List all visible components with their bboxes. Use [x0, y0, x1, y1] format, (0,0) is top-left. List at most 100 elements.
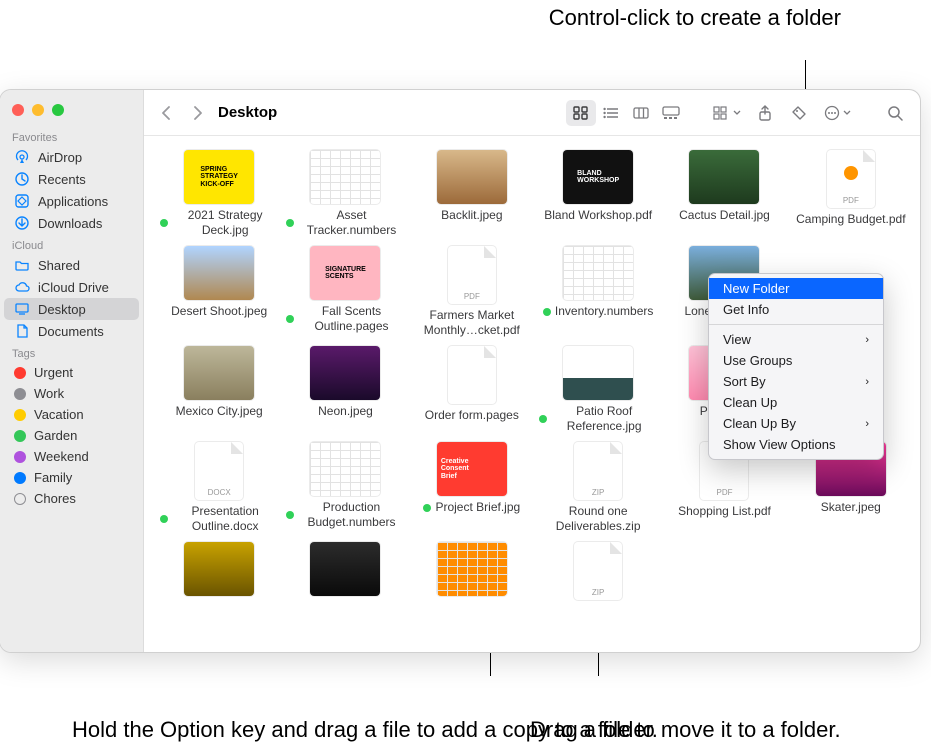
forward-button[interactable]	[184, 100, 210, 126]
toolbar: Desktop	[144, 90, 920, 136]
doc-icon	[14, 323, 30, 339]
sidebar-item-label: Applications	[38, 194, 108, 209]
sidebar-item-label: Garden	[34, 428, 77, 443]
sidebar-item-chores[interactable]: Chores	[4, 488, 139, 509]
sidebar-item-garden[interactable]: Garden	[4, 425, 139, 446]
sidebar-item-label: AirDrop	[38, 150, 82, 165]
menu-item-label: Clean Up By	[723, 416, 796, 431]
file-item[interactable]: ZIP	[537, 540, 659, 606]
menu-item-label: Clean Up	[723, 395, 777, 410]
file-item[interactable]: Patio Roof Reference.jpg	[537, 344, 659, 436]
group-by-button[interactable]	[708, 100, 746, 126]
sidebar-item-airdrop[interactable]: AirDrop	[4, 146, 139, 168]
close-window-button[interactable]	[12, 104, 24, 116]
menu-item-use-groups[interactable]: Use Groups	[709, 350, 883, 371]
file-item[interactable]: SPRING STRATEGY KICK-OFF2021 Strategy De…	[158, 148, 280, 240]
menu-item-label: New Folder	[723, 281, 789, 296]
sidebar-item-weekend[interactable]: Weekend	[4, 446, 139, 467]
file-name: Mexico City.jpeg	[176, 404, 263, 419]
file-name: 2021 Strategy Deck.jpg	[172, 208, 278, 238]
sidebar-item-desktop[interactable]: Desktop	[4, 298, 139, 320]
file-thumbnail: SIGNATURE SCENTS	[310, 246, 380, 300]
menu-item-label: Sort By	[723, 374, 766, 389]
file-thumbnail	[448, 346, 496, 404]
file-name: Fall Scents Outline.pages	[298, 304, 404, 334]
sidebar-item-icloud-drive[interactable]: iCloud Drive	[4, 276, 139, 298]
file-item[interactable]: Creative Consent Brief Project Brief.jpg	[411, 440, 533, 536]
file-item[interactable]: ZIPRound one Deliverables.zip	[537, 440, 659, 536]
file-item[interactable]: Production Budget.numbers	[284, 440, 406, 536]
sidebar-item-recents[interactable]: Recents	[4, 168, 139, 190]
file-item[interactable]: Inventory.numbers	[537, 244, 659, 340]
sidebar-item-urgent[interactable]: Urgent	[4, 362, 139, 383]
file-thumbnail: ZIP	[574, 542, 622, 600]
file-item[interactable]	[284, 540, 406, 606]
sidebar-item-shared[interactable]: Shared	[4, 254, 139, 276]
menu-item-sort-by[interactable]: Sort By ›	[709, 371, 883, 392]
share-button[interactable]	[750, 100, 780, 126]
callout-top: Control-click to create a folder	[549, 4, 841, 32]
tags-button[interactable]	[784, 100, 814, 126]
view-list-button[interactable]	[596, 100, 626, 126]
file-thumbnail: Creative Consent Brief	[437, 442, 507, 496]
airdrop-icon	[14, 149, 30, 165]
file-thumbnail	[310, 346, 380, 400]
search-button[interactable]	[880, 100, 910, 126]
menu-item-new-folder[interactable]: New Folder	[709, 278, 883, 299]
view-icon-button[interactable]	[566, 100, 596, 126]
file-item[interactable]	[158, 540, 280, 606]
sidebar-item-family[interactable]: Family	[4, 467, 139, 488]
file-item[interactable]: Cactus Detail.jpg	[663, 148, 785, 240]
finder-window: FavoritesAirDropRecentsApplicationsDownl…	[0, 90, 920, 652]
file-item[interactable]	[411, 540, 533, 606]
file-thumbnail	[563, 346, 633, 400]
file-name: Production Budget.numbers	[298, 500, 404, 530]
file-name: Round one Deliverables.zip	[542, 504, 654, 534]
sidebar-item-label: Documents	[38, 324, 104, 339]
zoom-window-button[interactable]	[52, 104, 64, 116]
tag-dot-icon	[14, 367, 26, 379]
tag-indicator-icon	[286, 219, 294, 227]
file-item[interactable]: Order form.pages	[411, 344, 533, 436]
menu-item-view[interactable]: View›	[709, 329, 883, 350]
sidebar-item-work[interactable]: Work	[4, 383, 139, 404]
file-item[interactable]: BLAND WORKSHOPBland Workshop.pdf	[537, 148, 659, 240]
chevron-right-icon: ›	[865, 376, 869, 388]
minimize-window-button[interactable]	[32, 104, 44, 116]
tag-dot-icon	[14, 451, 26, 463]
file-name: Shopping List.pdf	[678, 504, 771, 519]
file-item[interactable]: Mexico City.jpeg	[158, 344, 280, 436]
menu-item-clean-up[interactable]: Clean Up	[709, 392, 883, 413]
file-item[interactable]: PDFCamping Budget.pdf	[790, 148, 912, 240]
file-name: Project Brief.jpg	[435, 500, 520, 515]
view-gallery-button[interactable]	[656, 100, 686, 126]
sidebar-item-label: Weekend	[34, 449, 89, 464]
menu-item-clean-up-by[interactable]: Clean Up By›	[709, 413, 883, 434]
file-name: Bland Workshop.pdf	[544, 208, 652, 223]
menu-item-get-info[interactable]: Get Info	[709, 299, 883, 320]
sidebar-item-documents[interactable]: Documents	[4, 320, 139, 342]
file-item[interactable]: Backlit.jpeg	[411, 148, 533, 240]
file-name: Inventory.numbers	[555, 304, 654, 319]
sidebar-item-label: Family	[34, 470, 72, 485]
file-item[interactable]: Asset Tracker.numbers	[284, 148, 406, 240]
file-item[interactable]: SIGNATURE SCENTS Fall Scents Outline.page…	[284, 244, 406, 340]
file-name: Farmers Market Monthly…cket.pdf	[416, 308, 528, 338]
file-name: Backlit.jpeg	[441, 208, 502, 223]
cloud-icon	[14, 279, 30, 295]
file-item[interactable]: Desert Shoot.jpeg	[158, 244, 280, 340]
sidebar-item-downloads[interactable]: Downloads	[4, 212, 139, 234]
download-icon	[14, 215, 30, 231]
file-item[interactable]: Neon.jpeg	[284, 344, 406, 436]
file-item[interactable]: PDFFarmers Market Monthly…cket.pdf	[411, 244, 533, 340]
file-name: Camping Budget.pdf	[796, 212, 905, 227]
view-column-button[interactable]	[626, 100, 656, 126]
file-item[interactable]: DOCXPresentation Outline.docx	[158, 440, 280, 536]
sidebar-item-applications[interactable]: Applications	[4, 190, 139, 212]
more-button[interactable]	[818, 100, 856, 126]
back-button[interactable]	[154, 100, 180, 126]
menu-item-show-view-options[interactable]: Show View Options	[709, 434, 883, 455]
sidebar-item-vacation[interactable]: Vacation	[4, 404, 139, 425]
desktop-icon	[14, 301, 30, 317]
sidebar-item-label: Shared	[38, 258, 80, 273]
